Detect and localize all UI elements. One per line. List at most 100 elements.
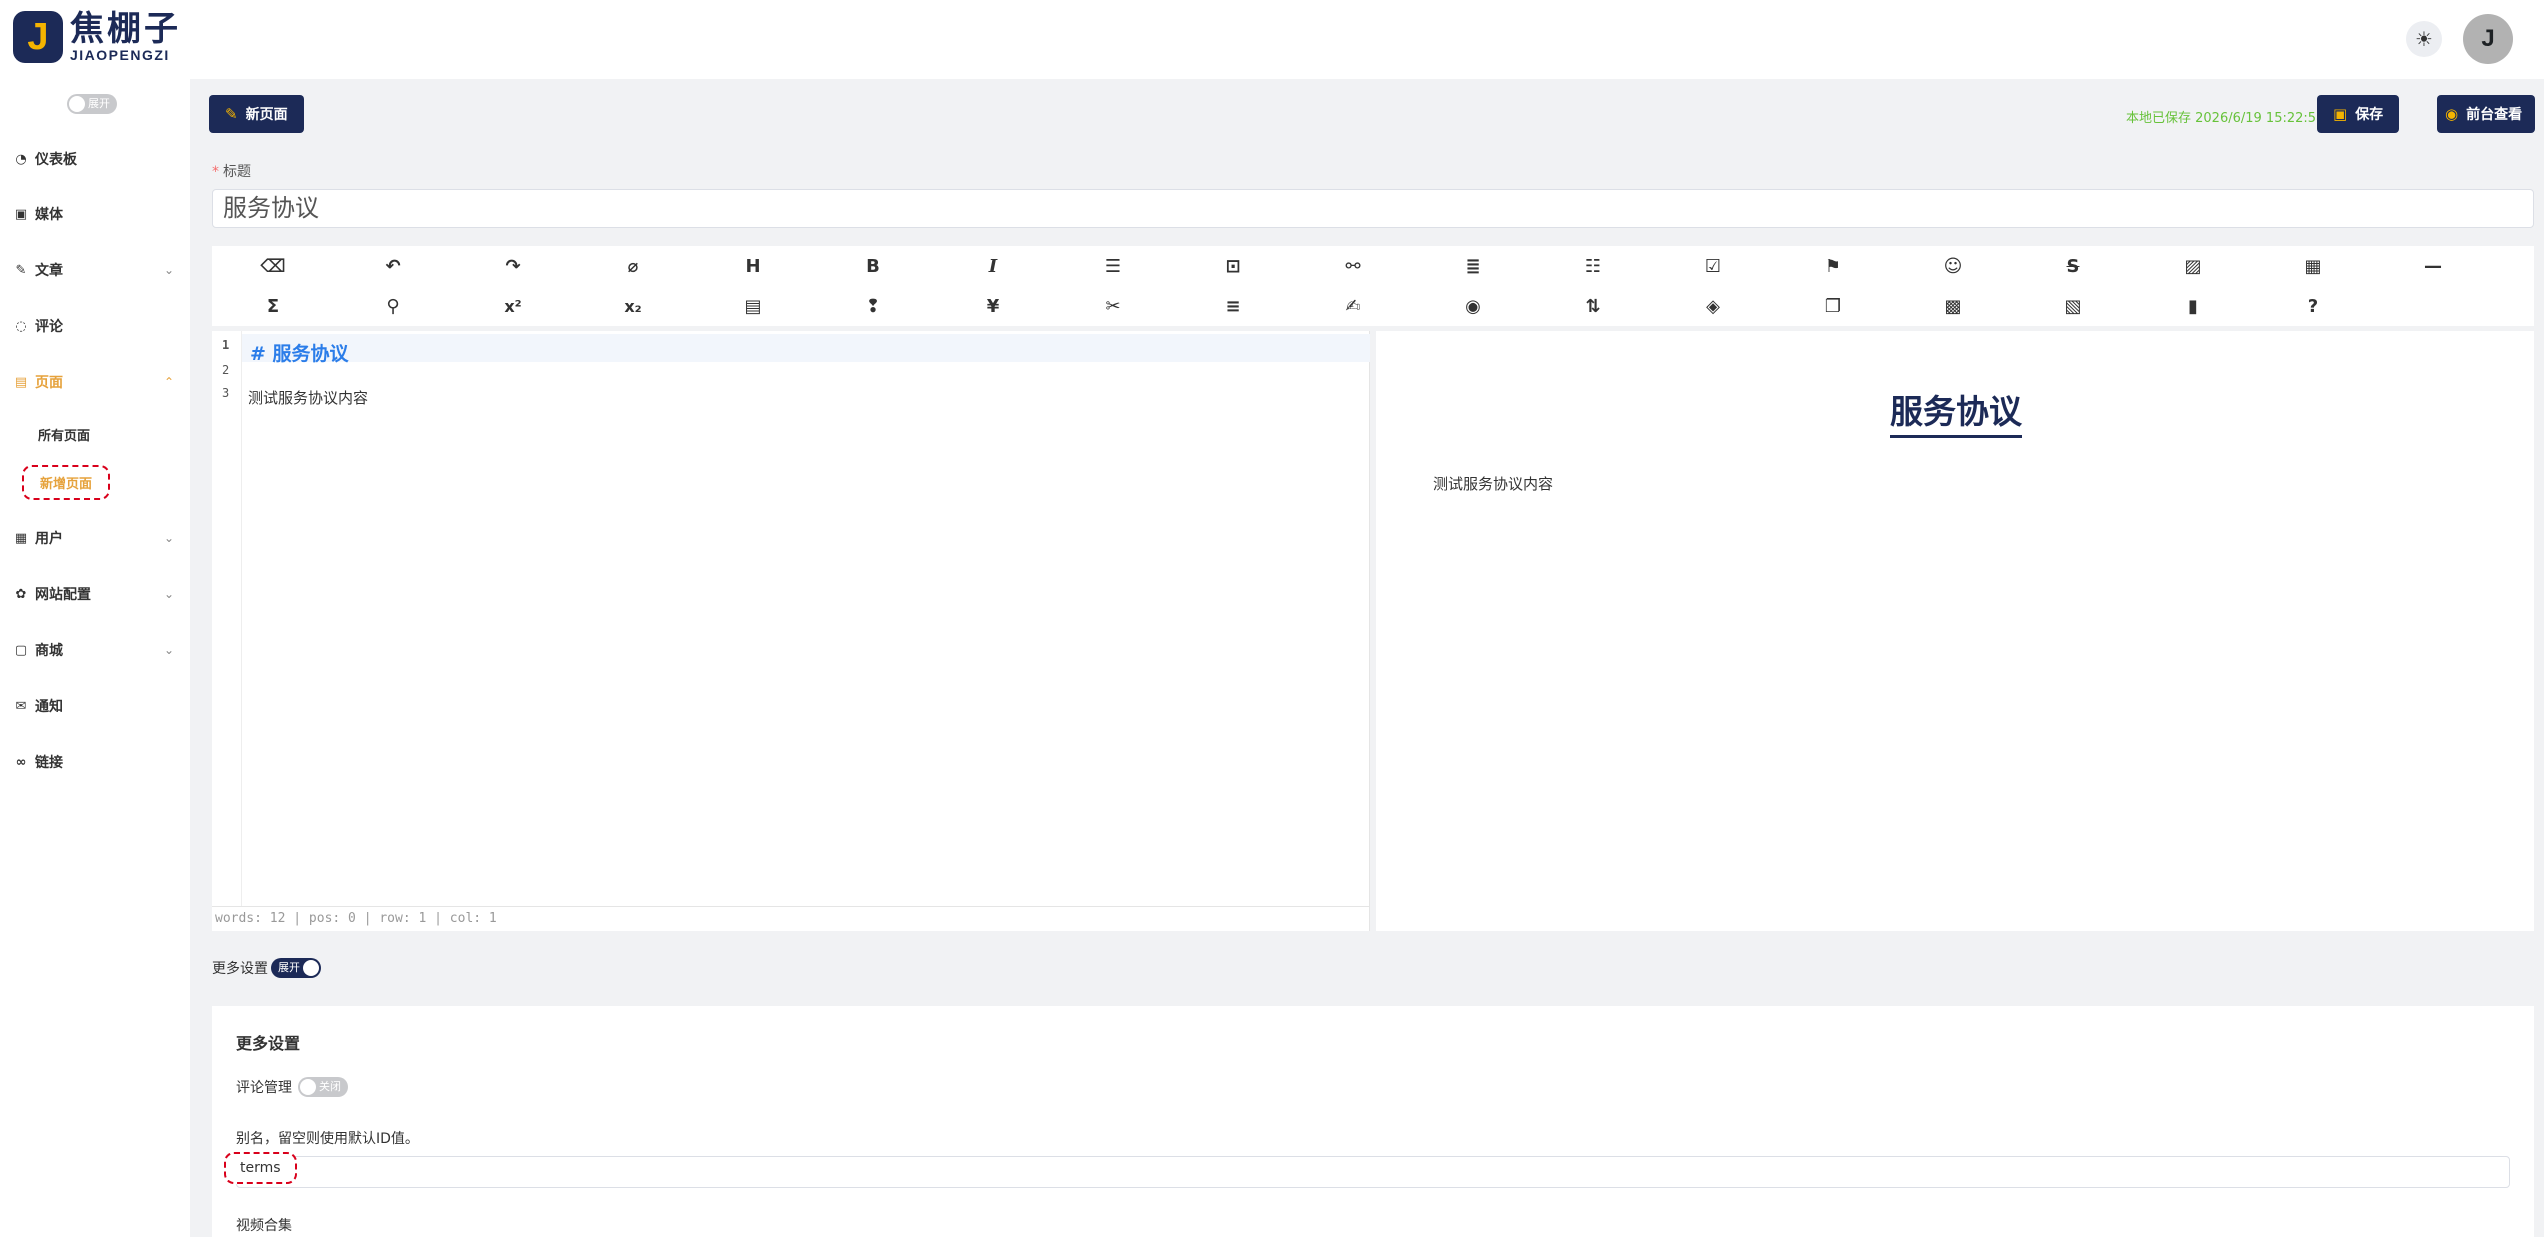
sidebar-item-links[interactable]: ∞ 链接 [0, 747, 190, 777]
alert-icon[interactable]: ❢ [858, 291, 888, 321]
code-line-text[interactable]: 测试服务协议内容 [248, 387, 368, 408]
save-label: 保存 [2355, 107, 2384, 123]
sidebar-item-label: 用户 [35, 531, 63, 547]
emoji-icon[interactable]: ☺ [1938, 251, 1968, 281]
undo-icon[interactable]: ↶ [378, 251, 408, 281]
comment-management-row: 评论管理 关闭 [236, 1077, 348, 1097]
new-page-button[interactable]: ✎ 新页面 [209, 95, 304, 133]
brand-logo[interactable]: J 焦棚子 JIAOPENGZI [13, 11, 181, 63]
code-icon[interactable]: ⊡ [1218, 251, 1248, 281]
more-settings-toggle[interactable]: 展开 [271, 958, 321, 978]
toggle-label: 展开 [278, 961, 300, 974]
logo-name-cn: 焦棚子 [70, 9, 181, 49]
pen-icon[interactable]: ✍ [1338, 291, 1368, 321]
superscript-icon[interactable]: x² [498, 291, 528, 321]
new-page-label: 新页面 [245, 107, 288, 123]
sidebar-item-label: 评论 [35, 319, 63, 335]
sidebar-subitem-new-page[interactable]: 新增页面 [22, 465, 111, 500]
markdown-editor[interactable]: 1 2 3 # 服务协议 测试服务协议内容 words: 12 | pos: 0… [212, 331, 1370, 931]
markdown-toolbar: ⌫ ↶ ↷ ⌀ H B I ☰ ⊡ ⚯ ≣ ☷ ☑ ⚑ ☺ S ▨ ▦ — Σ … [212, 246, 2534, 326]
alias-input[interactable] [236, 1156, 2510, 1188]
horizontal-rule-icon[interactable]: — [2418, 251, 2448, 281]
title-input[interactable]: 服务协议 [212, 189, 2534, 228]
link-icon[interactable]: ⚯ [1338, 251, 1368, 281]
user-icon: ▦ [14, 530, 28, 546]
comment-management-toggle[interactable]: 关闭 [298, 1077, 348, 1097]
image-icon[interactable]: ▨ [2178, 251, 2208, 281]
checkbox-icon[interactable]: ☑ [1698, 251, 1728, 281]
pencil-icon: ✎ [225, 105, 238, 123]
code-line-heading[interactable]: # 服务协议 [250, 339, 349, 366]
preview-eye-icon[interactable]: ◉ [1458, 291, 1488, 321]
logo-text: 焦棚子 JIAOPENGZI [70, 11, 181, 63]
ordered-list-icon[interactable]: ≣ [1458, 251, 1488, 281]
theme-toggle-button[interactable]: ☀ [2406, 21, 2442, 57]
formula-icon[interactable]: Σ [258, 291, 288, 321]
bold-icon[interactable]: B [858, 251, 888, 281]
collapse-icon[interactable]: ⇅ [1578, 291, 1608, 321]
subscript-icon[interactable]: x₂ [618, 291, 648, 321]
sidebar-expand-toggle[interactable]: 展开 [67, 94, 117, 114]
article-icon: ✎ [15, 262, 27, 278]
media-icon: ▣ [14, 206, 28, 222]
copy-icon[interactable]: ❐ [1818, 291, 1848, 321]
tools-icon[interactable]: ✂ [1098, 291, 1128, 321]
toggle-knob [300, 1079, 316, 1095]
dashboard-icon: ◔ [15, 151, 27, 167]
video-collection-label: 视频合集 [236, 1218, 292, 1234]
sidebar-item-users[interactable]: ▦ 用户 ⌄ [0, 523, 190, 553]
line-number: 1 [222, 338, 230, 352]
required-asterisk: * [212, 164, 219, 180]
sidebar-item-shop[interactable]: ▢ 商城 ⌄ [0, 635, 190, 665]
document-icon[interactable]: ▤ [738, 291, 768, 321]
sidebar-item-comments[interactable]: ◌ 评论 [0, 311, 190, 341]
preview-front-label: 前台查看 [2466, 107, 2523, 123]
sidebar-item-site-config[interactable]: ✿ 网站配置 ⌄ [0, 579, 190, 609]
sidebar-item-dashboard[interactable]: ◔ 仪表板 [0, 144, 190, 174]
strikethrough-icon[interactable]: S [2058, 251, 2088, 281]
card-title: 更多设置 [236, 1034, 301, 1053]
sidebar-item-media[interactable]: ▣ 媒体 [0, 199, 190, 229]
more-settings-label: 更多设置 [212, 961, 268, 977]
help-icon[interactable]: ? [2298, 291, 2328, 321]
currency-icon[interactable]: ¥ [978, 291, 1008, 321]
line-number: 3 [222, 386, 230, 400]
sidebar-item-label: 商城 [35, 643, 63, 659]
page-icon: ▤ [14, 374, 28, 390]
photo-icon[interactable]: ▩ [1938, 291, 1968, 321]
table-icon[interactable]: ▦ [2298, 251, 2328, 281]
footnote-icon[interactable]: ⚲ [378, 291, 408, 321]
sidebar-subitem-all-pages[interactable]: 所有页面 [38, 425, 90, 444]
settings-icon: ✿ [15, 586, 27, 602]
github-icon[interactable]: ◈ [1698, 291, 1728, 321]
more-settings-row: 更多设置 展开 [212, 958, 321, 978]
save-button[interactable]: ▣ 保存 [2317, 95, 2400, 133]
sidebar: 展开 ◔ 仪表板 ▣ 媒体 ✎ 文章 ⌄ ◌ 评论 ▤ 页面 ⌃ 所有页面 新增… [0, 79, 190, 1237]
markdown-preview: 服务协议 测试服务协议内容 [1376, 331, 2534, 931]
gallery-icon[interactable]: ▧ [2058, 291, 2088, 321]
italic-icon[interactable]: I [978, 251, 1008, 281]
bookmark-icon[interactable]: ⚑ [1818, 251, 1848, 281]
more-settings-card: 更多设置 评论管理 关闭 别名，留空则使用默认ID值。 terms 视频合集 [212, 1006, 2534, 1237]
redo-icon[interactable]: ↷ [498, 251, 528, 281]
unordered-list-icon[interactable]: ☷ [1578, 251, 1608, 281]
alias-input-value[interactable]: terms [224, 1152, 297, 1184]
clear-format-icon[interactable]: ⌫ [258, 251, 288, 281]
sidebar-item-label: 网站配置 [35, 587, 91, 603]
sidebar-item-notifications[interactable]: ✉ 通知 [0, 691, 190, 721]
chevron-down-icon: ⌄ [163, 531, 174, 545]
file-icon[interactable]: ▮ [2178, 291, 2208, 321]
top-header: J 焦棚子 JIAOPENGZI ☀ J [0, 0, 2544, 79]
toc-icon[interactable]: ≡ [1218, 291, 1248, 321]
eraser-icon[interactable]: ⌀ [618, 251, 648, 281]
quote-icon[interactable]: ☰ [1098, 251, 1128, 281]
sidebar-item-articles[interactable]: ✎ 文章 ⌄ [0, 255, 190, 285]
sidebar-item-pages[interactable]: ▤ 页面 ⌃ [0, 367, 190, 397]
saved-status: 本地已保存 2026/6/19 15:22:58 [2126, 111, 2325, 126]
eye-icon: ◉ [2445, 105, 2459, 123]
sidebar-item-label: 通知 [35, 699, 63, 715]
preview-front-button[interactable]: ◉ 前台查看 [2437, 95, 2535, 133]
chevron-down-icon: ⌄ [163, 263, 174, 277]
user-avatar[interactable]: J [2463, 14, 2513, 64]
heading-icon[interactable]: H [738, 251, 768, 281]
